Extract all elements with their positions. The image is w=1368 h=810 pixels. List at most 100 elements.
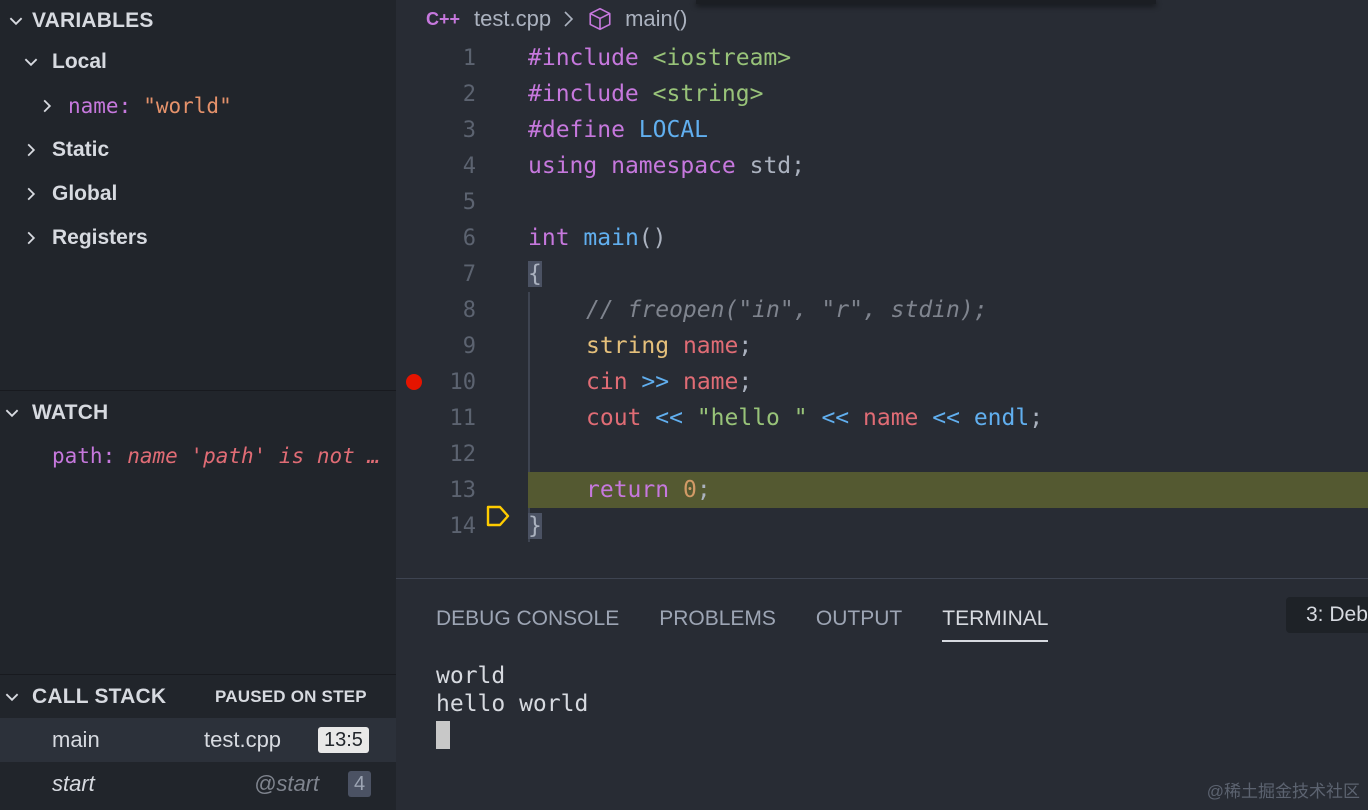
code-line: 4 using namespace std; — [396, 148, 1368, 184]
code-line: 7 { — [396, 256, 1368, 292]
scope-static-label: Static — [52, 138, 110, 161]
line-number: 9 — [462, 333, 476, 359]
comment: // freopen("in", "r", stdin); — [586, 297, 988, 323]
variables-title: VARIABLES — [32, 9, 154, 32]
code-line: 1 #include <iostream> — [396, 40, 1368, 76]
chevron-right-icon — [561, 8, 577, 30]
scope-global-label: Global — [52, 182, 118, 205]
chevron-down-icon — [0, 404, 24, 422]
breakpoint-icon[interactable] — [406, 374, 422, 390]
tab-terminal[interactable]: TERMINAL — [942, 597, 1049, 642]
line-number: 2 — [462, 81, 476, 107]
code-line: 8 // freopen("in", "r", stdin); — [396, 292, 1368, 328]
line-number: 10 — [449, 369, 477, 395]
watch-section-header[interactable]: WATCH — [0, 390, 396, 434]
chevron-right-icon — [20, 229, 42, 247]
call-stack-section-header[interactable]: CALL STACK PAUSED ON STEP — [0, 674, 396, 718]
debug-sidebar: VARIABLES Local name: "world" Static Glo… — [0, 0, 396, 810]
line-number: 14 — [449, 513, 477, 539]
line-number: 8 — [462, 297, 476, 323]
tab-output[interactable]: OUTPUT — [816, 597, 902, 641]
token: 0 — [682, 477, 697, 503]
token: <iostream> — [652, 45, 792, 71]
chevron-down-icon — [0, 12, 32, 30]
scope-local[interactable]: Local — [0, 40, 396, 84]
terminal-output-line: world — [436, 663, 506, 689]
token: () — [638, 225, 667, 251]
code-line-current: 13 return 0; — [396, 472, 1368, 527]
scope-static[interactable]: Static — [0, 128, 396, 172]
chevron-down-icon — [20, 53, 42, 71]
line-number: 13 — [449, 477, 477, 503]
terminal-select-value: 3: Debug — [1306, 603, 1368, 626]
cpp-file-icon: C++ — [426, 8, 461, 29]
variable-item-name[interactable]: name: "world" — [0, 84, 396, 128]
token: name — [682, 333, 739, 359]
token: << — [821, 405, 850, 431]
token: #define — [528, 117, 625, 143]
chevron-right-icon — [20, 141, 42, 159]
stack-frame-position-badge: 13:5 — [318, 727, 369, 753]
watch-title: WATCH — [32, 400, 109, 424]
tab-debug-console[interactable]: DEBUG CONSOLE — [436, 597, 619, 641]
stack-frame-name: main — [52, 727, 100, 752]
breadcrumb-file[interactable]: test.cpp — [474, 6, 551, 32]
stack-frame-position-badge: 4 — [348, 771, 372, 797]
scope-registers-label: Registers — [52, 226, 148, 249]
scope-global[interactable]: Global — [0, 172, 396, 216]
token: cin — [586, 369, 628, 395]
tab-bar-shadow — [696, 0, 1156, 4]
line-number: 5 — [462, 189, 476, 215]
terminal-select-dropdown[interactable]: 3: Debug — [1286, 597, 1368, 633]
stack-frame-main[interactable]: main test.cpp 13:5 — [0, 718, 396, 762]
stack-frame-name: start — [52, 771, 95, 796]
code-line: 12 — [396, 436, 1368, 472]
panel-tabs: DEBUG CONSOLE PROBLEMS OUTPUT TERMINAL — [436, 597, 1049, 642]
line-number: 11 — [449, 405, 477, 431]
token: name — [863, 405, 919, 431]
line-number: 6 — [462, 225, 476, 251]
token: int — [528, 225, 570, 251]
call-stack-title: CALL STACK — [32, 684, 167, 708]
code-editor[interactable]: C++ test.cpp main() 1 #include <iostream… — [396, 0, 1368, 578]
line-number: 1 — [462, 45, 476, 71]
chevron-right-icon — [20, 185, 42, 203]
token: endl — [973, 405, 1030, 431]
token: std; — [749, 153, 805, 179]
scope-registers[interactable]: Registers — [0, 216, 396, 260]
token: namespace — [611, 153, 736, 179]
chevron-right-icon — [36, 97, 58, 115]
token: >> — [641, 369, 670, 395]
tab-problems[interactable]: PROBLEMS — [659, 597, 776, 641]
token: name — [682, 369, 739, 395]
code-line: 10 cin >> name; — [396, 364, 1368, 400]
code-line: 3 #define LOCAL — [396, 112, 1368, 148]
stack-frame-file: test.cpp — [204, 727, 282, 752]
token: return — [586, 477, 670, 503]
watch-expression: path: — [52, 444, 116, 468]
token: ; — [738, 333, 753, 359]
token: using — [528, 153, 598, 179]
code-line: 9 string name; — [396, 328, 1368, 364]
variables-section-header[interactable]: VARIABLES — [0, 0, 396, 42]
token: main — [583, 225, 639, 251]
variable-name: name: — [68, 94, 132, 118]
line-number: 4 — [462, 153, 476, 179]
code-line: 2 #include <string> — [396, 76, 1368, 112]
bottom-panel: DEBUG CONSOLE PROBLEMS OUTPUT TERMINAL 3… — [396, 578, 1368, 810]
terminal-output-line: hello world — [436, 691, 589, 717]
token: << — [655, 405, 683, 431]
breadcrumb-symbol[interactable]: main() — [625, 6, 687, 32]
stack-frame-start[interactable]: start @start 4 — [0, 762, 396, 806]
code-line: 5 — [396, 184, 1368, 220]
code-line: 11 cout << "hello " << name << endl; — [396, 400, 1368, 436]
call-stack-status: PAUSED ON STEP — [215, 686, 367, 706]
variable-value: "world" — [143, 94, 232, 118]
token: #include — [528, 45, 639, 71]
watch-item-path[interactable]: path: name 'path' is not … — [0, 434, 396, 478]
terminal-cursor[interactable] — [436, 721, 450, 749]
line-number: 12 — [449, 441, 477, 467]
line-number: 7 — [462, 261, 476, 287]
token: LOCAL — [638, 117, 709, 143]
code-line: 14 } — [396, 508, 1368, 544]
